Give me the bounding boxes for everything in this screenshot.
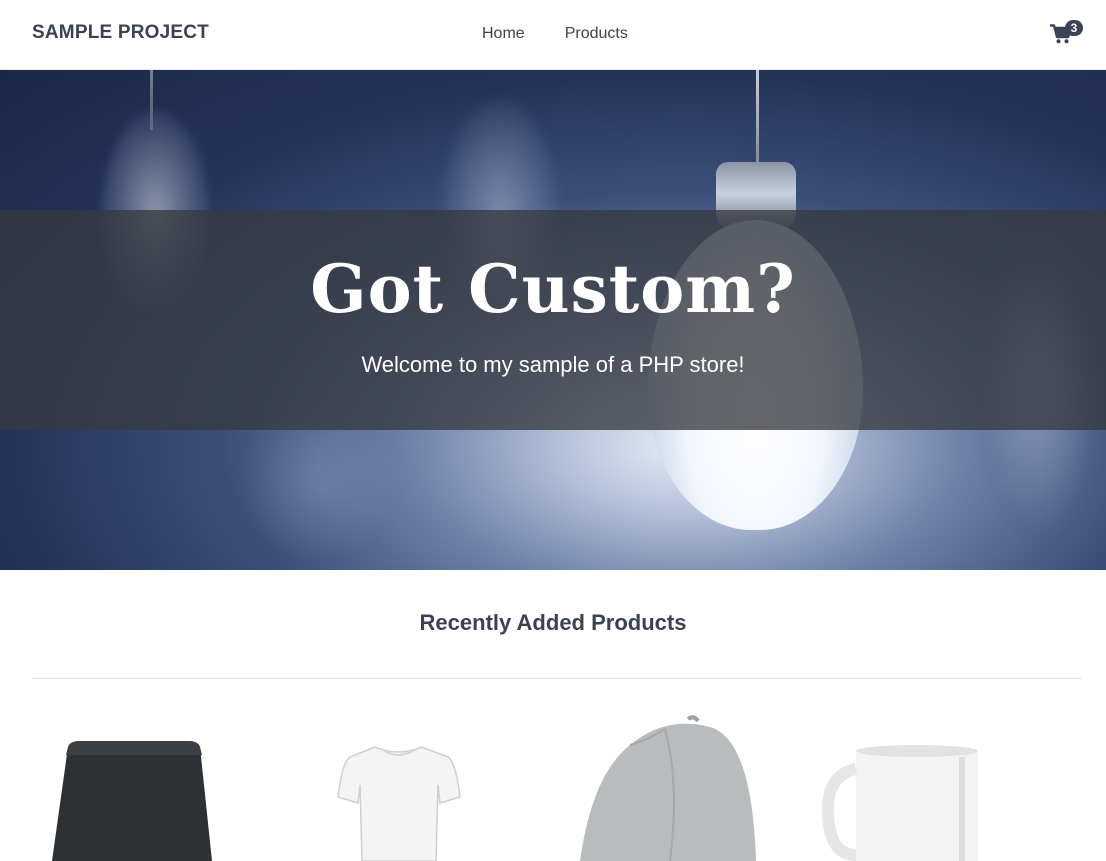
hero-subtitle: Welcome to my sample of a PHP store!	[361, 352, 745, 377]
product-card-mug[interactable]	[822, 705, 992, 861]
site-header: SAMPLE PROJECT Home Products 3	[0, 0, 1106, 70]
nav-home-link[interactable]: Home	[482, 25, 525, 43]
black-mousepad-image	[52, 741, 212, 861]
hero-banner: Got Custom? Welcome to my sample of a PH…	[0, 70, 1106, 570]
product-card-cap[interactable]	[570, 705, 770, 861]
nav-products-link[interactable]: Products	[565, 25, 628, 43]
section-title: Recently Added Products	[419, 610, 687, 635]
section-divider	[32, 678, 1082, 679]
main-nav: Home Products	[482, 25, 628, 43]
hero-title: Got Custom?	[310, 250, 796, 328]
cart-button[interactable]: 3	[1050, 20, 1084, 48]
white-tshirt-image	[337, 746, 461, 861]
product-card-tshirt[interactable]	[320, 705, 480, 861]
white-mug-image	[822, 745, 978, 861]
grey-cap-image	[580, 715, 756, 861]
brand-logo[interactable]: SAMPLE PROJECT	[32, 22, 209, 44]
product-card-mousepad[interactable]	[40, 705, 230, 861]
cart-count-badge: 3	[1065, 20, 1083, 36]
